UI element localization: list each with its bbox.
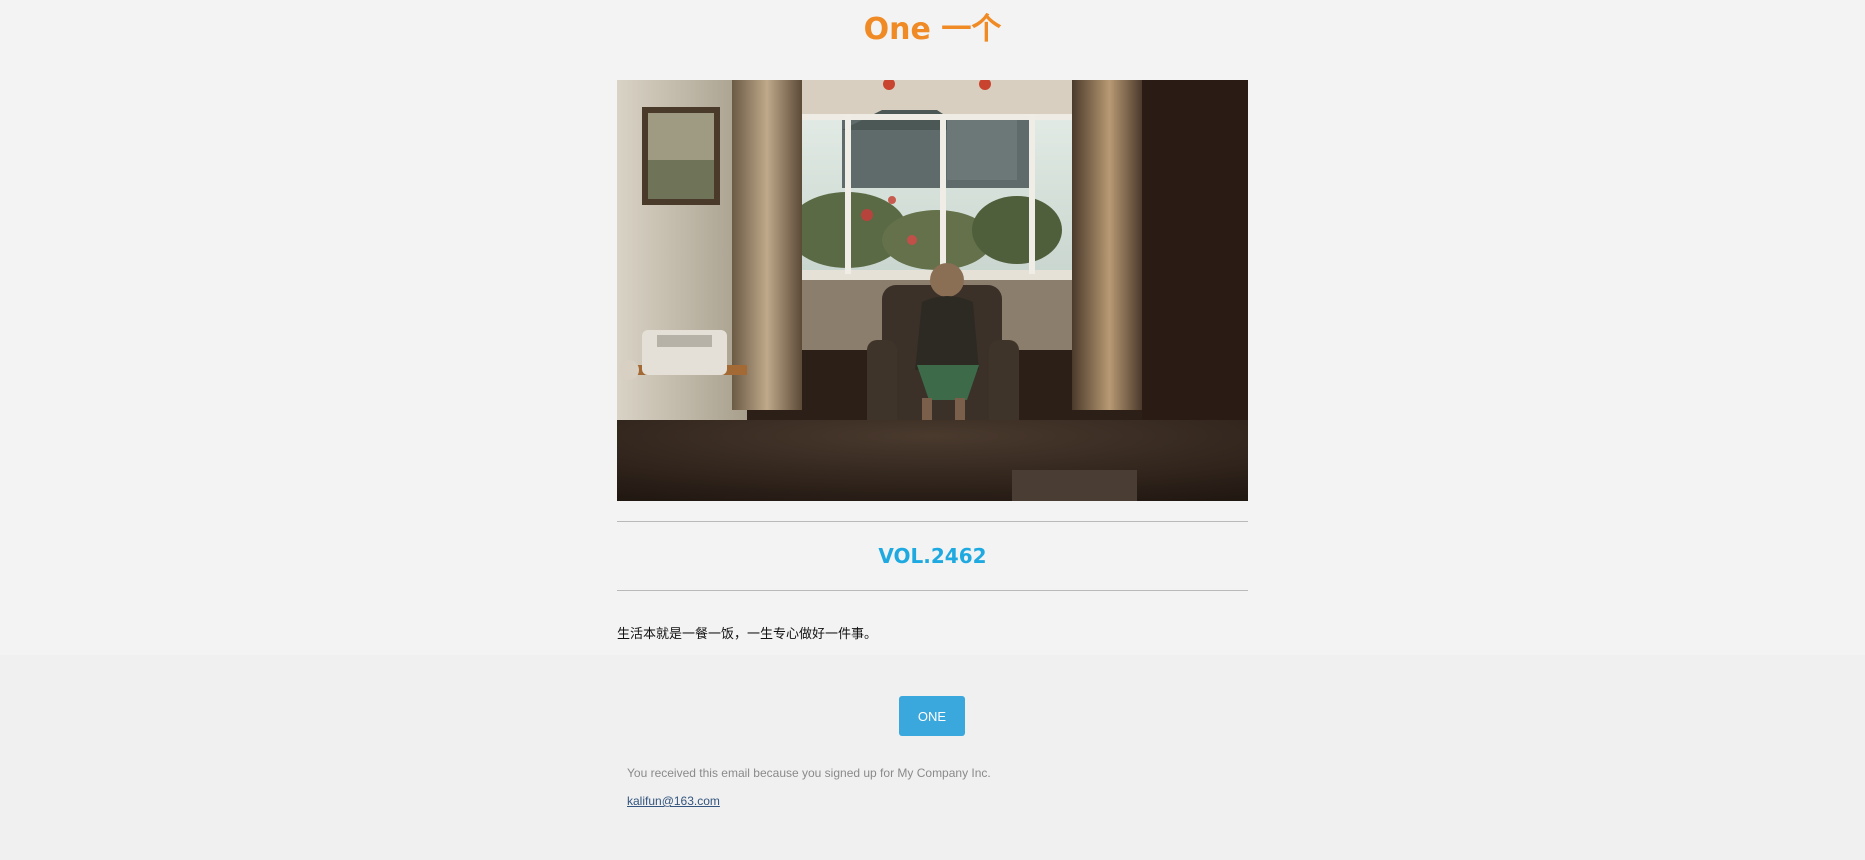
one-button[interactable]: ONE [899, 696, 965, 736]
footer-area [0, 655, 1865, 860]
daily-quote: 生活本就是一餐一饭，一生专心做好一件事。 [617, 627, 878, 642]
footer-email-link[interactable]: kalifun@163.com [627, 793, 720, 809]
divider-top [617, 521, 1248, 522]
hero-image [617, 80, 1248, 501]
volume-number: VOL.2462 [878, 544, 987, 568]
brand-title: One 一个 [863, 12, 1002, 47]
footer-notice: You received this email because you sign… [627, 766, 991, 780]
divider-bottom [617, 590, 1248, 591]
